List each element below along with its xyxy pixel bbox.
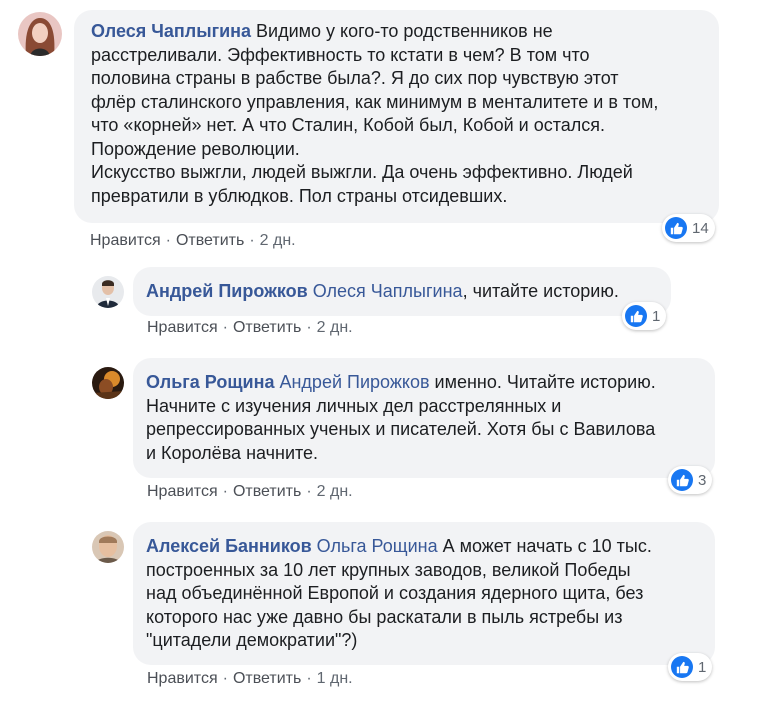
comment-actions: Нравится · Ответить · 2 дн. <box>147 483 353 501</box>
mention-link[interactable]: Андрей Пирожков <box>279 372 429 392</box>
comment-text: Видимо у кого-то родственников не расстр… <box>91 21 659 206</box>
separator-dot: · <box>249 232 255 249</box>
avatar[interactable] <box>92 531 124 563</box>
comment-time[interactable]: 2 дн. <box>260 232 296 249</box>
comment-actions: Нравится · Ответить · 2 дн. <box>90 232 296 250</box>
thumbs-up-icon <box>625 305 647 327</box>
avatar[interactable] <box>18 12 62 56</box>
mention-link[interactable]: Ольга Рощина <box>317 536 438 556</box>
comment-bubble: Ольга Рощина Андрей Пирожков именно. Чит… <box>133 358 715 478</box>
thumbs-up-icon <box>671 469 693 491</box>
like-link[interactable]: Нравится <box>147 670 218 687</box>
comment-author[interactable]: Андрей Пирожков <box>146 281 308 301</box>
separator-dot: · <box>222 670 228 687</box>
comment-actions: Нравится · Ответить · 2 дн. <box>147 319 353 337</box>
thumbs-up-icon <box>671 656 693 678</box>
comment-time[interactable]: 2 дн. <box>317 483 353 500</box>
like-link[interactable]: Нравится <box>147 483 218 500</box>
comment-author[interactable]: Ольга Рощина <box>146 372 274 392</box>
reaction-count[interactable]: 14 <box>662 214 715 242</box>
comment-author[interactable]: Алексей Банников <box>146 536 312 556</box>
comment-bubble: Андрей Пирожков Олеся Чаплыгина, читайте… <box>133 267 671 316</box>
reaction-number: 3 <box>698 471 707 489</box>
reply-link[interactable]: Ответить <box>233 483 301 500</box>
avatar[interactable] <box>92 276 124 308</box>
reply-link[interactable]: Ответить <box>233 670 301 687</box>
comment-text: , читайте историю. <box>462 281 619 301</box>
comment-actions: Нравится · Ответить · 1 дн. <box>147 670 353 688</box>
avatar[interactable] <box>92 367 124 399</box>
reaction-number: 1 <box>652 307 661 325</box>
comment-author[interactable]: Олеся Чаплыгина <box>91 21 251 41</box>
separator-dot: · <box>222 483 228 500</box>
reaction-count[interactable]: 1 <box>668 653 713 681</box>
reaction-number: 14 <box>692 219 709 237</box>
mention-link[interactable]: Олеся Чаплыгина <box>313 281 463 301</box>
like-link[interactable]: Нравится <box>90 232 161 249</box>
separator-dot: · <box>306 670 312 687</box>
comment-bubble: Олеся Чаплыгина Видимо у кого-то родстве… <box>74 10 719 223</box>
reaction-number: 1 <box>698 658 707 676</box>
reply-link[interactable]: Ответить <box>233 319 301 336</box>
comment-time[interactable]: 2 дн. <box>317 319 353 336</box>
like-link[interactable]: Нравится <box>147 319 218 336</box>
reaction-count[interactable]: 3 <box>668 466 713 494</box>
reaction-count[interactable]: 1 <box>622 302 667 330</box>
reply-link[interactable]: Ответить <box>176 232 244 249</box>
separator-dot: · <box>165 232 171 249</box>
comment-time[interactable]: 1 дн. <box>317 670 353 687</box>
thumbs-up-icon <box>665 217 687 239</box>
separator-dot: · <box>306 319 312 336</box>
separator-dot: · <box>222 319 228 336</box>
separator-dot: · <box>306 483 312 500</box>
comment-bubble: Алексей Банников Ольга Рощина А может на… <box>133 522 715 665</box>
